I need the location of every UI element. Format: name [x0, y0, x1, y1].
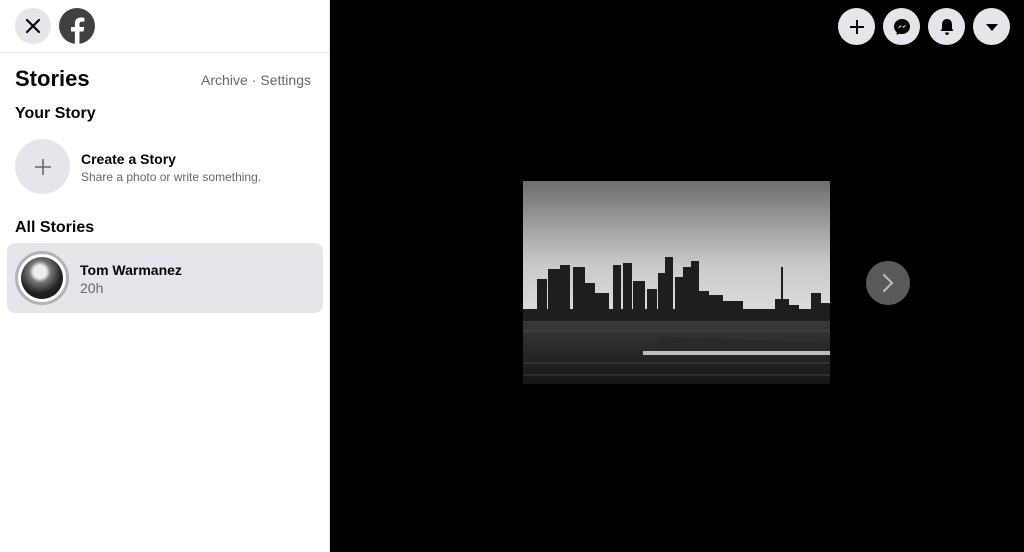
all-stories-label: All Stories	[15, 219, 95, 236]
create-button[interactable]	[838, 8, 875, 45]
page-title: Stories	[15, 66, 90, 91]
stories-sidebar: Stories Archive · Settings Your Story Crea…	[0, 0, 330, 552]
chevron-right-icon	[883, 274, 894, 292]
story-list-item[interactable]: Tom Warmanez 20h	[7, 243, 323, 313]
archive-link[interactable]: Archive	[201, 72, 248, 88]
your-story-label: Your Story	[15, 105, 96, 122]
messenger-icon	[893, 18, 910, 35]
story-author-name: Tom Warmanez	[80, 262, 182, 278]
sidebar-topbar	[0, 0, 329, 53]
plus-icon	[849, 19, 864, 34]
facebook-logo-icon[interactable]	[59, 8, 95, 44]
notifications-button[interactable]	[928, 8, 965, 45]
separator-dot: ·	[251, 72, 257, 88]
settings-link[interactable]: Settings	[260, 72, 311, 88]
story-photo	[523, 181, 830, 384]
stories-header: Stories Archive · Settings	[15, 66, 311, 92]
avatar-ring	[15, 251, 69, 305]
create-story-button[interactable]: Create a Story Share a photo or write so…	[15, 139, 315, 195]
notifications-bell-icon	[940, 18, 953, 35]
story-viewer	[331, 0, 1024, 552]
messenger-button[interactable]	[883, 8, 920, 45]
create-story-title: Create a Story	[81, 151, 176, 167]
avatar	[21, 257, 63, 299]
create-story-subtitle: Share a photo or write something.	[81, 170, 262, 184]
story-timestamp: 20h	[80, 280, 104, 296]
close-button[interactable]	[15, 8, 51, 44]
create-story-circle	[15, 139, 70, 194]
next-story-button[interactable]	[866, 261, 910, 305]
plus-icon	[34, 158, 51, 175]
account-menu-button[interactable]	[973, 8, 1010, 45]
header-links: Archive · Settings	[201, 72, 311, 88]
close-icon	[25, 18, 41, 34]
top-toolbar	[838, 8, 1010, 45]
dropdown-caret-icon	[985, 23, 998, 31]
